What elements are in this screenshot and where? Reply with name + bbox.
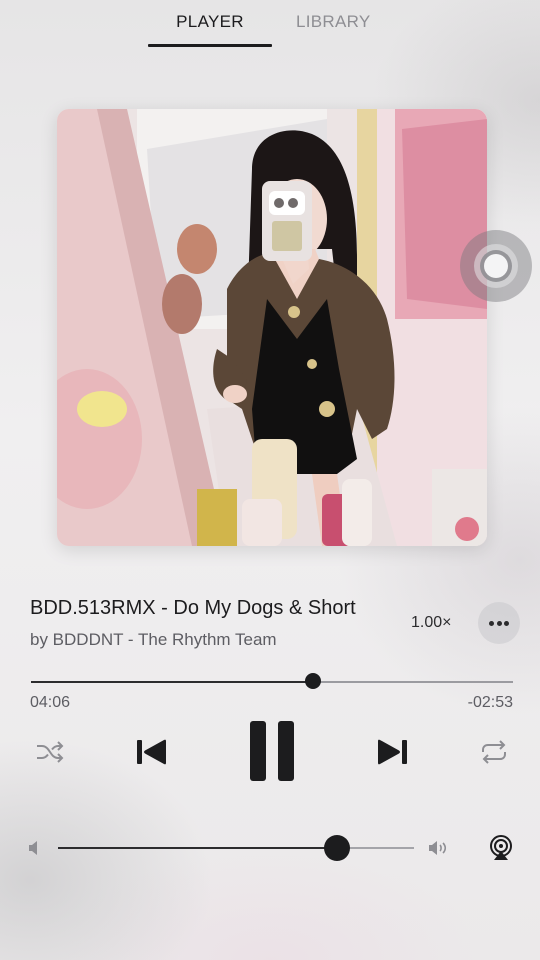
tab-bar: PLAYER LIBRARY [0,0,540,50]
playback-speed-button[interactable]: 1.00× [411,614,451,632]
volume-low-icon [28,840,42,861]
album-artwork [57,109,487,546]
remaining-time: -02:53 [467,694,513,711]
shuffle-button[interactable] [35,738,65,766]
shuffle-icon [37,741,64,763]
volume-slider[interactable] [58,847,414,849]
previous-track-button[interactable] [136,738,168,766]
progress-fill [31,681,314,683]
progress-bar[interactable] [31,681,513,683]
previous-track-icon [137,739,166,765]
assistive-touch-icon[interactable] [460,230,532,302]
airplay-icon [490,835,512,860]
track-artist: by BDDDNT - The Rhythm Team [30,630,277,649]
pause-button[interactable] [249,720,295,782]
tab-player[interactable]: PLAYER [148,12,272,32]
repeat-icon [482,740,506,764]
repeat-button[interactable] [479,738,509,766]
volume-fill [58,847,338,849]
volume-high-icon [428,839,450,862]
active-tab-indicator [148,44,272,47]
album-artwork-image [57,109,487,546]
next-track-icon [378,739,407,765]
elapsed-time: 04:06 [30,694,71,711]
airplay-button[interactable] [488,835,514,866]
next-track-button[interactable] [376,738,408,766]
tab-library[interactable]: LIBRARY [296,12,371,32]
pause-icon [250,721,294,781]
track-title: BDD.513RMX - Do My Dogs & Short [30,597,356,619]
more-options-button[interactable] [478,602,520,644]
